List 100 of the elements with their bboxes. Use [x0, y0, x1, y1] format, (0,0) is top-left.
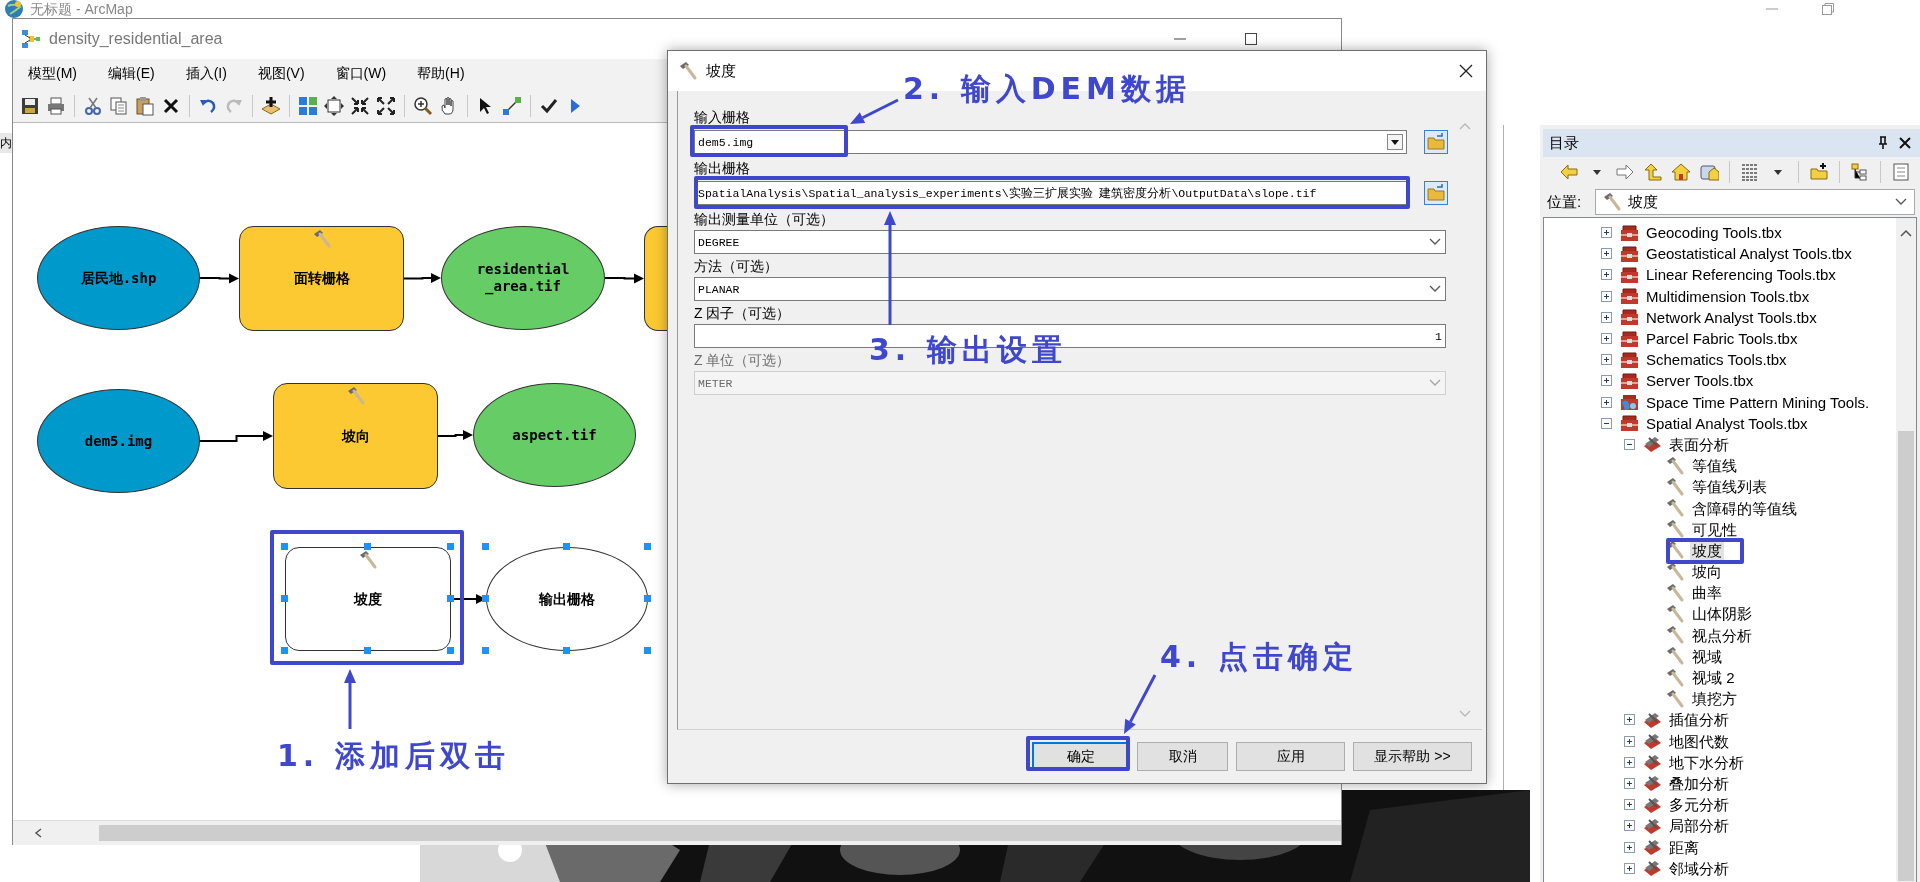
menu-item[interactable]: 插入(I) [185, 65, 227, 83]
tree-item[interactable]: Space Time Pattern Mining Tools. [1644, 392, 1872, 412]
dialog-button[interactable]: 显示帮助 >> [1353, 742, 1472, 771]
tree-item[interactable]: 填挖方 [1690, 689, 1739, 709]
expand-toggle[interactable] [1601, 354, 1612, 366]
expand-toggle[interactable] [1601, 248, 1612, 260]
zoom-in-icon[interactable] [413, 95, 433, 116]
tool-node[interactable] [644, 226, 668, 331]
tree-item[interactable]: 山体阴影 [1690, 604, 1754, 624]
dropdown-button[interactable] [1387, 134, 1403, 150]
derived-data-node[interactable]: aspect.tif [473, 383, 636, 487]
expand-toggle[interactable] [1601, 269, 1612, 281]
expand-toggle[interactable] [1624, 820, 1635, 832]
side-tab[interactable]: 内 [0, 133, 12, 153]
home-icon[interactable] [1671, 162, 1691, 182]
expand-toggle[interactable] [1624, 862, 1635, 874]
tree-item[interactable]: 坡向 [1690, 562, 1724, 582]
arrows-in-icon[interactable] [350, 95, 370, 116]
input-data-node[interactable]: 居民地.shp [37, 226, 200, 330]
arrows-out-icon[interactable] [376, 95, 396, 116]
scissors-icon[interactable] [83, 95, 103, 116]
connector-icon[interactable] [502, 95, 522, 116]
output-data-node[interactable]: 输出栅格 [486, 547, 648, 651]
collapse-toggle[interactable] [1601, 417, 1612, 429]
close-icon[interactable] [1458, 63, 1474, 79]
tree-item[interactable]: Network Analyst Tools.tbx [1644, 307, 1819, 327]
grid-icon[interactable] [298, 95, 318, 116]
tree-item[interactable]: 等值线列表 [1690, 477, 1769, 497]
tree-item[interactable]: 可见性 [1690, 519, 1739, 539]
expand-toggle[interactable] [1601, 375, 1612, 387]
dialog-button[interactable]: 取消 [1137, 742, 1228, 771]
list-view-icon[interactable] [1740, 162, 1760, 182]
menu-item[interactable]: 视图(V) [257, 65, 305, 83]
up-arrow-icon[interactable] [1643, 162, 1663, 182]
expand-toggle[interactable] [1624, 777, 1635, 789]
combo-field[interactable]: dem5.img [694, 130, 1407, 154]
tree-item[interactable]: 表面分析 [1667, 434, 1731, 454]
back-arrow-icon[interactable] [1559, 162, 1579, 182]
tree-item[interactable]: 视点分析 [1690, 625, 1754, 645]
tree-item[interactable]: 地下水分析 [1667, 752, 1746, 772]
print-icon[interactable] [46, 95, 66, 116]
tree-item[interactable]: Geostatistical Analyst Tools.tbx [1644, 244, 1854, 264]
details-icon[interactable] [1891, 162, 1911, 182]
copy-icon[interactable] [109, 95, 129, 116]
scrollbar-thumb[interactable] [99, 825, 1341, 841]
tree-item[interactable]: Schematics Tools.tbx [1644, 350, 1789, 370]
menu-item[interactable]: 模型(M) [28, 65, 77, 83]
expand-toggle[interactable] [1601, 396, 1612, 408]
tree-item[interactable]: Parcel Fabric Tools.tbx [1644, 329, 1800, 349]
tool-node[interactable]: 坡向 [273, 383, 438, 489]
add-data-icon[interactable] [261, 95, 281, 116]
folder-button[interactable] [1424, 130, 1448, 154]
tree-item[interactable]: Linear Referencing Tools.tbx [1644, 265, 1838, 285]
expand-toggle[interactable] [1624, 714, 1635, 726]
tree-view-icon[interactable] [1850, 162, 1870, 182]
expand-toggle[interactable] [1601, 227, 1612, 239]
derived-data-node[interactable]: residential _area.tif [441, 226, 605, 330]
tree-item[interactable]: 邻域分析 [1667, 858, 1731, 878]
expand-toggle[interactable] [1624, 799, 1635, 811]
dropdown-field[interactable]: PLANAR [694, 277, 1446, 301]
tree-item[interactable]: Spatial Analyst Tools.tbx [1644, 413, 1810, 433]
dropdown-field[interactable]: DEGREE [694, 230, 1446, 254]
folder-button[interactable] [1424, 181, 1448, 205]
tree-item[interactable]: 视域 2 [1690, 668, 1737, 688]
expand-toggle[interactable] [1624, 735, 1635, 747]
tool-node[interactable]: 面转栅格 [239, 226, 404, 331]
pin-icon[interactable] [1876, 136, 1890, 150]
collapse-toggle[interactable] [1624, 438, 1635, 450]
tree-item[interactable]: Multidimension Tools.tbx [1644, 286, 1812, 306]
save-icon[interactable] [20, 95, 40, 116]
tree-item[interactable]: Server Tools.tbx [1644, 371, 1756, 391]
tree-item[interactable]: Geocoding Tools.tbx [1644, 223, 1784, 243]
close-icon[interactable] [1898, 136, 1912, 150]
tree-item[interactable]: 多元分析 [1667, 795, 1731, 815]
tree-item[interactable]: 插值分析 [1667, 710, 1731, 730]
tree-item[interactable]: 局部分析 [1667, 816, 1731, 836]
maximize-icon[interactable] [1243, 31, 1259, 47]
tool-node[interactable]: 坡度 [285, 547, 451, 651]
tree-item[interactable]: 等值线 [1690, 456, 1739, 476]
tree-item[interactable]: 含障碍的等值线 [1690, 498, 1799, 518]
menu-item[interactable]: 帮助(H) [417, 65, 465, 83]
tree-item[interactable]: 视域 [1690, 646, 1724, 666]
expand-toggle[interactable] [1624, 841, 1635, 853]
scrollbar-thumb[interactable] [1898, 431, 1914, 881]
dialog-button[interactable]: 应用 [1236, 742, 1345, 771]
tree-item[interactable]: 曲率 [1690, 583, 1724, 603]
menu-item[interactable]: 窗口(W) [335, 65, 387, 83]
tree-item[interactable]: 距离 [1667, 837, 1701, 857]
paste-icon[interactable] [135, 95, 155, 116]
location-field[interactable]: 坡度 [1595, 189, 1915, 215]
expand-toggle[interactable] [1601, 333, 1612, 345]
expand-toggle[interactable] [1601, 290, 1612, 302]
input-data-node[interactable]: dem5.img [37, 389, 200, 493]
fit-icon[interactable] [324, 95, 344, 116]
tree-item[interactable]: 地图代数 [1667, 731, 1731, 751]
database-icon[interactable] [1699, 162, 1719, 182]
expand-toggle[interactable] [1624, 756, 1635, 768]
tree-item[interactable]: 叠加分析 [1667, 773, 1731, 793]
forward-arrow-icon[interactable] [1615, 162, 1635, 182]
expand-toggle[interactable] [1601, 311, 1612, 323]
